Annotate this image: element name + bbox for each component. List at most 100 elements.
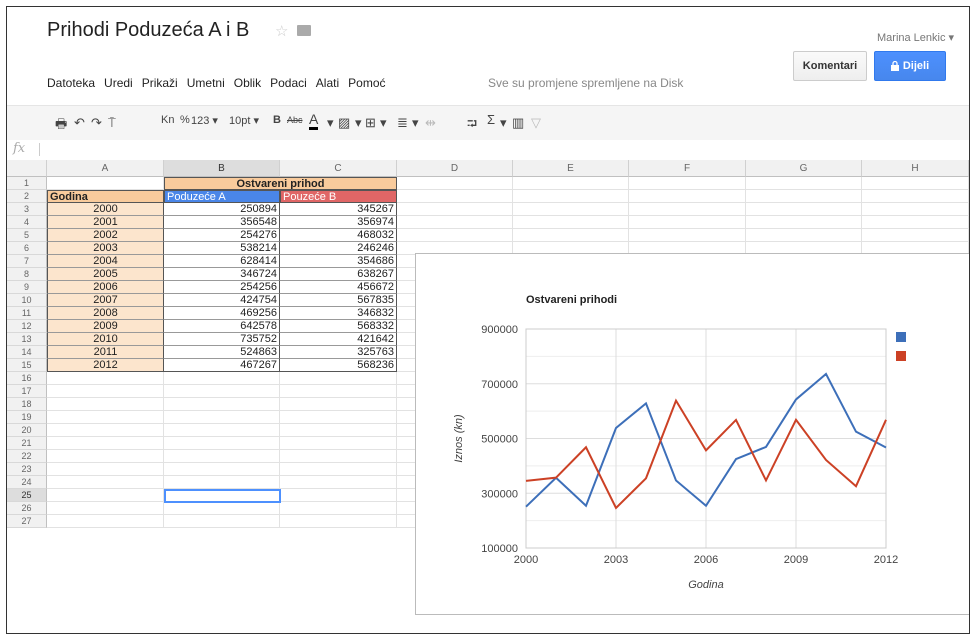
fill-color-icon[interactable]: ▨ xyxy=(338,115,350,131)
column-header-h[interactable]: H xyxy=(862,160,969,177)
grid-cell[interactable] xyxy=(629,203,746,216)
grid-cell[interactable] xyxy=(164,476,280,489)
table-cell[interactable]: 345267 xyxy=(280,203,397,216)
grid-cell[interactable] xyxy=(164,411,280,424)
strikethrough-button[interactable]: Abc xyxy=(287,115,303,125)
grid-cell[interactable] xyxy=(280,424,397,437)
grid-cell[interactable] xyxy=(164,424,280,437)
table-cell[interactable]: 346724 xyxy=(164,268,280,281)
table-cell[interactable]: 356548 xyxy=(164,216,280,229)
redo-icon[interactable]: ↷ xyxy=(91,115,102,131)
grid-cell[interactable] xyxy=(280,450,397,463)
wrap-text-icon[interactable]: ⮒ xyxy=(467,115,477,137)
chevron-down-icon[interactable]: ▾ xyxy=(355,115,362,131)
grid-cell[interactable] xyxy=(397,216,513,229)
grid-cell[interactable] xyxy=(513,203,629,216)
borders-icon[interactable]: ⊞ xyxy=(365,115,376,131)
grid-cell[interactable] xyxy=(280,489,397,502)
row-header[interactable]: 12 xyxy=(7,320,47,333)
table-cell[interactable]: 2005 xyxy=(47,268,164,281)
row-header[interactable]: 22 xyxy=(7,450,47,463)
row-header[interactable]: 24 xyxy=(7,476,47,489)
grid-cell[interactable] xyxy=(513,177,629,190)
select-all-corner[interactable] xyxy=(7,160,47,177)
table-cell[interactable]: 2011 xyxy=(47,346,164,359)
filter-icon[interactable]: ▽ xyxy=(531,115,541,131)
table-cell[interactable]: 469256 xyxy=(164,307,280,320)
table-cell[interactable]: 467267 xyxy=(164,359,280,372)
grid-cell[interactable] xyxy=(47,411,164,424)
grid-cell[interactable] xyxy=(47,424,164,437)
grid-cell[interactable] xyxy=(513,216,629,229)
table-cell[interactable]: 468032 xyxy=(280,229,397,242)
number-format-dropdown[interactable]: 123 ▾ xyxy=(191,114,218,127)
table-cell[interactable]: 421642 xyxy=(280,333,397,346)
table-cell[interactable]: 325763 xyxy=(280,346,397,359)
grid-cell[interactable] xyxy=(280,372,397,385)
functions-button[interactable]: Σ xyxy=(487,112,495,127)
row-header[interactable]: 27 xyxy=(7,515,47,528)
grid-cell[interactable] xyxy=(629,229,746,242)
column-header-a[interactable]: A xyxy=(47,160,164,177)
grid-cell[interactable] xyxy=(280,463,397,476)
column-header-b[interactable]: B xyxy=(164,160,280,177)
table-cell[interactable]: 356974 xyxy=(280,216,397,229)
grid-cell[interactable] xyxy=(47,489,164,502)
menu-pomoc[interactable]: Pomoć xyxy=(348,76,385,90)
row-header[interactable]: 19 xyxy=(7,411,47,424)
font-size-dropdown[interactable]: 10pt ▾ xyxy=(229,114,259,127)
grid-cell[interactable] xyxy=(164,515,280,528)
row-header[interactable]: 15 xyxy=(7,359,47,372)
menu-uredi[interactable]: Uredi xyxy=(104,76,133,90)
print-icon[interactable]: 🖶 xyxy=(55,115,67,137)
grid-cell[interactable] xyxy=(746,190,862,203)
grid-cell[interactable] xyxy=(280,437,397,450)
grid-cell[interactable] xyxy=(746,203,862,216)
table-cell[interactable]: 346832 xyxy=(280,307,397,320)
percent-button[interactable]: % xyxy=(180,114,190,126)
comments-button[interactable]: Komentari xyxy=(793,51,867,81)
header-cell[interactable]: Godina xyxy=(47,190,164,203)
grid-cell[interactable] xyxy=(629,216,746,229)
row-header[interactable]: 11 xyxy=(7,307,47,320)
row-header[interactable]: 18 xyxy=(7,398,47,411)
grid-cell[interactable] xyxy=(746,229,862,242)
row-header[interactable]: 17 xyxy=(7,385,47,398)
grid-cell[interactable] xyxy=(746,216,862,229)
header-cell[interactable]: Poduzeće A xyxy=(164,190,280,203)
grid-cell[interactable] xyxy=(513,229,629,242)
row-header[interactable]: 26 xyxy=(7,502,47,515)
insert-chart-icon[interactable]: ▥ xyxy=(512,115,524,131)
grid-cell[interactable] xyxy=(862,229,969,242)
grid-cell[interactable] xyxy=(47,385,164,398)
table-cell[interactable]: 628414 xyxy=(164,255,280,268)
row-header[interactable]: 8 xyxy=(7,268,47,281)
row-header[interactable]: 16 xyxy=(7,372,47,385)
grid-cell[interactable] xyxy=(397,203,513,216)
text-color-button[interactable]: A xyxy=(309,111,319,130)
table-cell[interactable]: 568332 xyxy=(280,320,397,333)
chevron-down-icon[interactable]: ▾ xyxy=(500,115,507,131)
grid-cell[interactable] xyxy=(164,463,280,476)
align-icon[interactable]: ≣ xyxy=(397,115,408,131)
grid-cell[interactable] xyxy=(47,476,164,489)
row-header[interactable]: 2 xyxy=(7,190,47,203)
grid-cell[interactable] xyxy=(280,515,397,528)
table-cell[interactable]: 568236 xyxy=(280,359,397,372)
table-cell[interactable]: 254276 xyxy=(164,229,280,242)
chart[interactable]: Ostvareni prihodi 100000 300000 500000 7000… xyxy=(415,253,969,615)
menu-datoteka[interactable]: Datoteka xyxy=(47,76,95,90)
menu-podaci[interactable]: Podaci xyxy=(270,76,307,90)
row-header[interactable]: 9 xyxy=(7,281,47,294)
row-header[interactable]: 13 xyxy=(7,333,47,346)
row-header[interactable]: 10 xyxy=(7,294,47,307)
row-header[interactable]: 6 xyxy=(7,242,47,255)
grid-cell[interactable] xyxy=(47,450,164,463)
row-header[interactable]: 1 xyxy=(7,177,47,190)
table-cell[interactable]: 2008 xyxy=(47,307,164,320)
grid-cell[interactable] xyxy=(397,190,513,203)
row-header[interactable]: 5 xyxy=(7,229,47,242)
grid-cell[interactable] xyxy=(629,190,746,203)
grid-cell[interactable] xyxy=(164,502,280,515)
grid-cell[interactable] xyxy=(164,372,280,385)
